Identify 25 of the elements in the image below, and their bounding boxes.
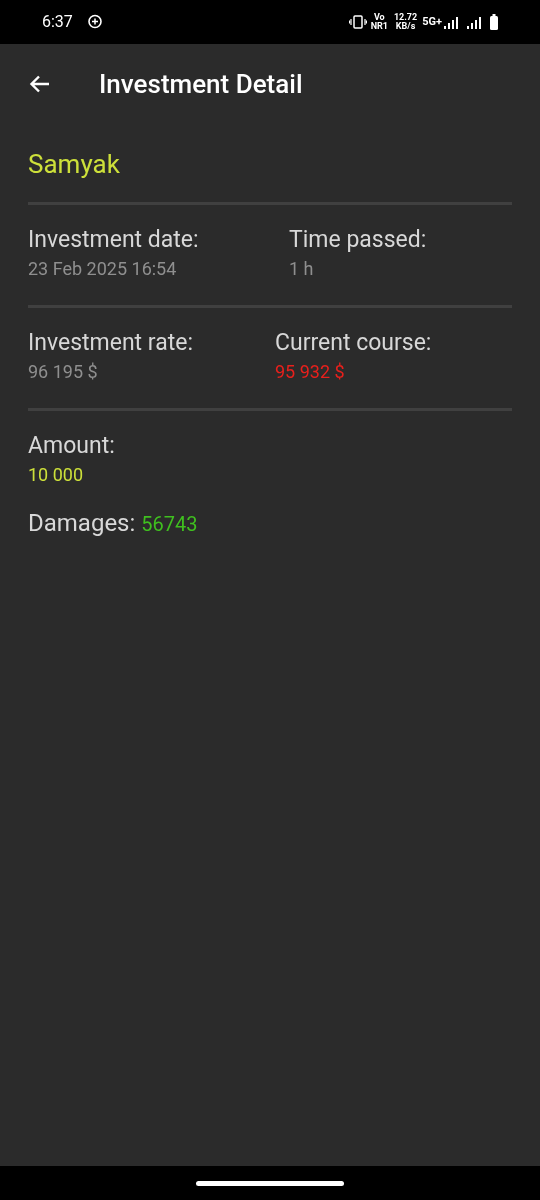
field-label: Investment rate: (28, 328, 194, 358)
damages-text: Damages: 56743 (28, 508, 199, 539)
field-value: 23 Feb 2025 16:54 (28, 257, 177, 281)
notification-icon (86, 14, 103, 30)
field-value: 10 000 (28, 463, 84, 487)
field-label: Current course: (275, 328, 432, 358)
field-value: 96 195 $ (28, 360, 98, 384)
field-value: 1 h (289, 257, 314, 281)
field-label: Time passed: (289, 225, 427, 255)
field-label: Investment date: (28, 225, 200, 255)
network-type: 5G+ (422, 13, 442, 30)
nr-label: NR1 (370, 22, 388, 31)
speed-unit: KB/s (395, 22, 416, 31)
volte-label: Vo (373, 13, 385, 22)
home-indicator[interactable] (196, 1180, 344, 1186)
field-value: 95 932 $ (275, 360, 345, 384)
field-label: Amount: (28, 431, 116, 461)
signal-icon (444, 15, 459, 29)
vibrate-icon (348, 15, 367, 29)
status-time: 6:37 (42, 11, 73, 33)
battery-icon (490, 14, 498, 30)
network-speed: 12.72 (393, 13, 418, 22)
signal-icon (467, 15, 482, 29)
screen-title: Investment Detail (99, 67, 303, 101)
investor-name: Samyak (28, 148, 121, 180)
